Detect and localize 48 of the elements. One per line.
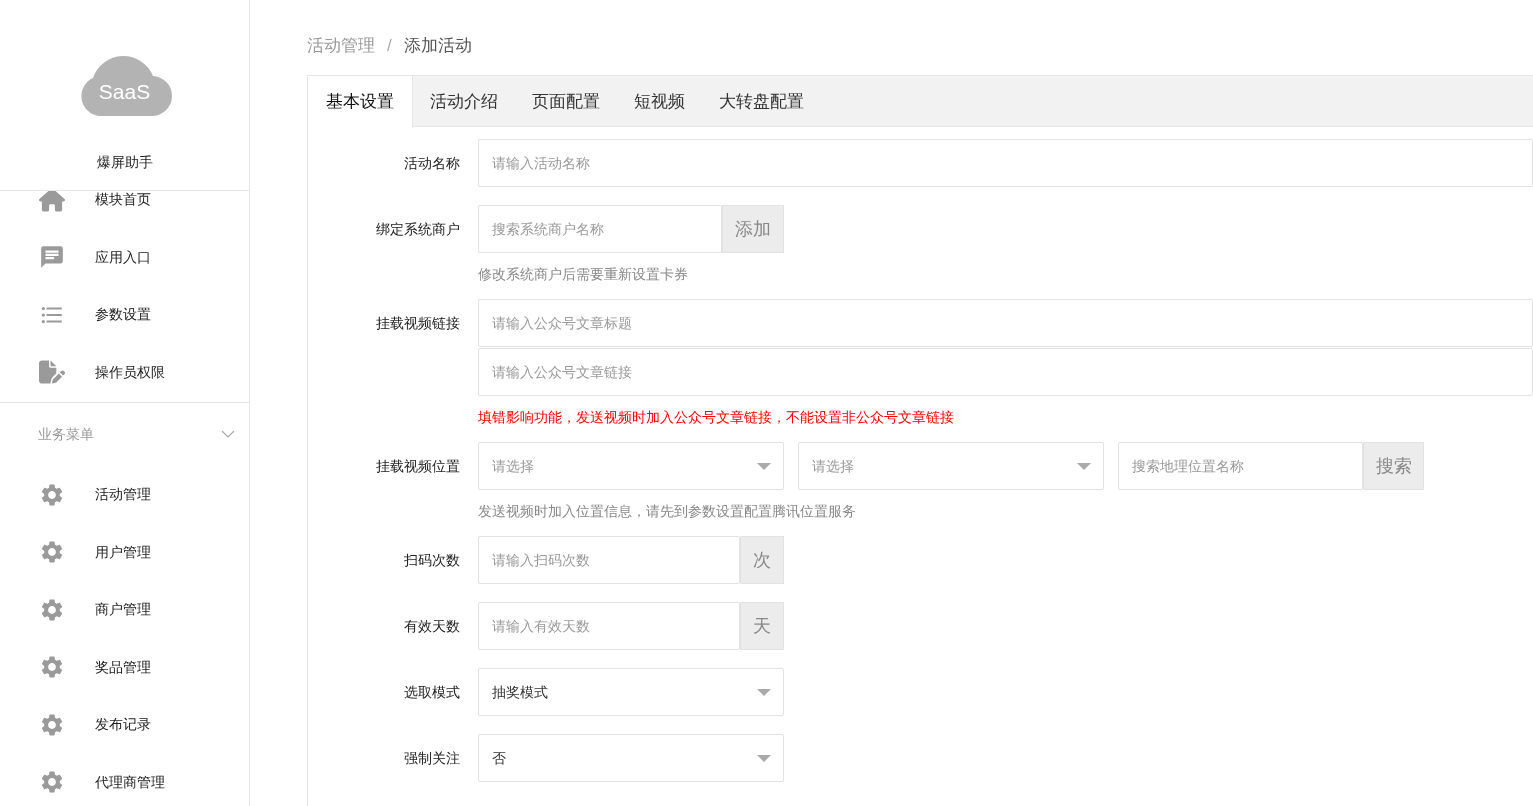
logo-text: SaaS — [97, 81, 152, 102]
field-label: 有效天数 — [404, 616, 460, 636]
field-label: 挂载视频位置 — [376, 456, 460, 476]
house-icon — [39, 191, 65, 213]
field-label: 挂载视频链接 — [376, 313, 460, 333]
breadcrumb-item: 添加活动 — [403, 35, 472, 58]
caret-icon — [757, 754, 771, 762]
caret-icon — [757, 462, 771, 470]
menu-item[interactable]: 参数设置 — [95, 304, 151, 326]
tab[interactable]: 短视频 — [617, 76, 702, 128]
unit-label: 天 — [740, 602, 784, 650]
field-label: 扫码次数 — [404, 550, 460, 570]
menu-item[interactable]: 奖品管理 — [95, 656, 151, 678]
menu-item[interactable]: 用户管理 — [95, 541, 151, 563]
field-label: 强制关注 — [404, 748, 460, 768]
unit-label: 次 — [740, 536, 784, 584]
input-field[interactable]: 请输入活动名称 — [478, 139, 1533, 187]
breadcrumb-separator: / — [387, 35, 392, 58]
menu-item[interactable]: 应用入口 — [95, 246, 151, 268]
caret-icon — [757, 688, 771, 696]
menu-item[interactable]: 发布记录 — [95, 714, 151, 736]
hint-text: 发送视频时加入位置信息，请先到参数设置配置腾讯位置服务 — [478, 502, 857, 521]
chevron-down-icon[interactable] — [221, 430, 235, 438]
select-field[interactable]: 否 — [478, 734, 784, 782]
menu-item[interactable]: 活动管理 — [95, 484, 151, 506]
hint-text: 修改系统商户后需要重新设置卡券 — [478, 265, 689, 284]
input-field[interactable]: 搜索地理位置名称 — [1118, 442, 1363, 490]
app-name: 爆屏助手 — [96, 153, 153, 172]
caret-icon — [1077, 462, 1091, 470]
menu-item[interactable]: 商户管理 — [95, 599, 151, 621]
field-label: 选取模式 — [404, 682, 460, 702]
select-field[interactable]: 抽奖模式 — [478, 668, 784, 716]
input-field[interactable]: 请输入公众号文章标题 — [478, 299, 1533, 347]
field-label: 绑定系统商户 — [376, 219, 460, 239]
field-label: 活动名称 — [404, 153, 460, 173]
input-field[interactable]: 请输入扫码次数 — [478, 536, 740, 584]
menu-item[interactable]: 操作员权限 — [95, 361, 165, 383]
tab[interactable]: 基本设置 — [308, 76, 413, 128]
input-field[interactable]: 请输入公众号文章链接 — [478, 348, 1533, 396]
document-pen-icon — [39, 359, 65, 386]
menu-item[interactable]: 模块首页 — [95, 191, 151, 211]
tab[interactable]: 大转盘配置 — [702, 76, 821, 128]
input-field[interactable]: 搜索系统商户名称 — [478, 205, 722, 253]
tab[interactable]: 页面配置 — [515, 76, 617, 128]
tab[interactable]: 活动介绍 — [413, 76, 515, 128]
menu-item[interactable]: 代理商管理 — [95, 771, 165, 793]
input-field[interactable]: 请输入有效天数 — [478, 602, 740, 650]
warning-text: 填错影响功能，发送视频时加入公众号文章链接，不能设置非公众号文章链接 — [478, 408, 955, 427]
